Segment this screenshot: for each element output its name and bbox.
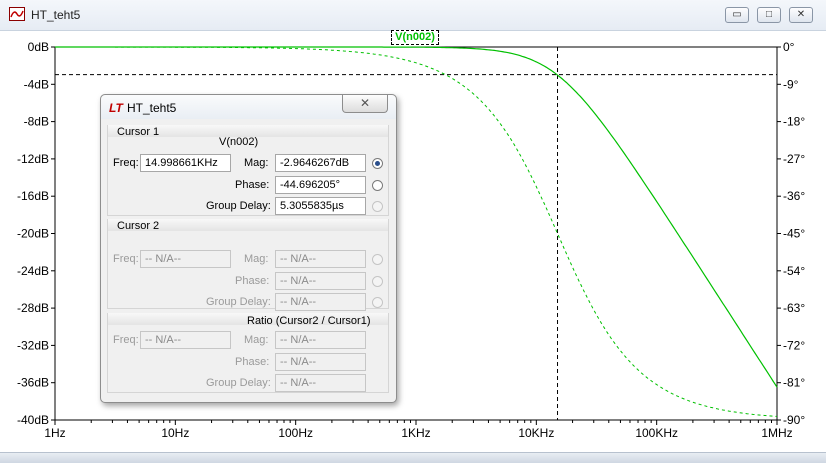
- right-axis: 0° -9° -18° -27° -36° -45° -54° -63° -72° -81° -90…: [777, 40, 805, 427]
- ratio-phase-field[interactable]: -- N/A--: [275, 353, 366, 371]
- minimize-button[interactable]: ▭: [725, 7, 749, 23]
- minimize-icon: ▭: [732, 9, 742, 20]
- cursor1-header: Cursor 1: [117, 126, 160, 138]
- ratio-mag-label: Mag:: [244, 334, 269, 346]
- x-tick-label: 1Hz: [44, 426, 65, 440]
- cursor2-freq-label: Freq:: [113, 253, 139, 265]
- trace-label[interactable]: V(n002): [391, 30, 439, 45]
- x-tick-label: 10KHz: [518, 426, 554, 440]
- right-tick-label: -36°: [783, 189, 805, 203]
- left-tick-label: -24dB: [17, 264, 49, 278]
- cursor-dialog[interactable]: LT HT_teht5 ✕ Cursor 1 V(n002) Freq: 14.…: [100, 94, 397, 403]
- left-tick-label: -20dB: [17, 227, 49, 241]
- cursor2-mag-label: Mag:: [244, 253, 269, 265]
- right-tick-label: -27°: [783, 152, 805, 166]
- close-icon: ✕: [359, 96, 371, 110]
- ltspice-logo-icon: LT: [109, 101, 123, 115]
- x-tick-label: 1MHz: [761, 426, 792, 440]
- maximize-icon: □: [765, 9, 773, 20]
- cursor1-phase-field[interactable]: -44.696205°: [275, 176, 366, 194]
- ratio-group-delay-label: Group Delay:: [206, 377, 271, 389]
- left-tick-label: -36dB: [17, 376, 49, 390]
- right-tick-label: -54°: [783, 264, 805, 278]
- cursor1-group-delay-radio[interactable]: [372, 201, 383, 212]
- ratio-header: Ratio (Cursor2 / Cursor1): [247, 315, 371, 327]
- cursor1-phase-radio[interactable]: [372, 180, 383, 191]
- left-tick-label: -28dB: [17, 301, 49, 315]
- ratio-mag-field[interactable]: -- N/A--: [275, 331, 366, 349]
- close-icon: ✕: [796, 9, 806, 20]
- cursor1-section: Cursor 1 V(n002) Freq: 14.998661KHz Mag:…: [107, 125, 389, 216]
- left-axis: 0dB -4dB -8dB -12dB -16dB -20dB -24dB -28dB -32d…: [17, 40, 55, 427]
- maximize-button[interactable]: □: [757, 7, 781, 23]
- title-bar: HT_teht5 ▭ □ ✕: [0, 0, 826, 31]
- cursor2-section: Cursor 2 Freq: -- N/A-- Mag: -- N/A-- Ph…: [107, 219, 389, 311]
- cursor1-freq-field[interactable]: 14.998661KHz: [140, 154, 231, 172]
- left-tick-label: -40dB: [17, 413, 49, 427]
- ratio-freq-field[interactable]: -- N/A--: [140, 331, 231, 349]
- right-tick-label: -9°: [783, 77, 799, 91]
- cursor1-phase-label: Phase:: [235, 179, 270, 191]
- right-tick-label: 0°: [783, 40, 795, 54]
- dialog-title: HT_teht5: [127, 101, 177, 115]
- window-bottom-border: [0, 452, 826, 463]
- cursor2-group-delay-label: Group Delay:: [206, 296, 271, 308]
- right-tick-label: -18°: [783, 115, 805, 129]
- cursor2-header: Cursor 2: [117, 220, 160, 232]
- x-tick-label: 100Hz: [278, 426, 313, 440]
- cursor2-group-delay-field[interactable]: -- N/A--: [275, 293, 366, 311]
- right-tick-label: -63°: [783, 301, 805, 315]
- right-tick-label: -45°: [783, 227, 805, 241]
- left-tick-label: -12dB: [17, 152, 49, 166]
- ratio-freq-label: Freq:: [113, 334, 139, 346]
- cursor1-mag-label: Mag:: [244, 157, 269, 169]
- ratio-phase-label: Phase:: [235, 356, 270, 368]
- left-tick-label: -16dB: [17, 189, 49, 203]
- dialog-title-bar[interactable]: LT HT_teht5 ✕: [101, 95, 396, 119]
- left-tick-label: -4dB: [24, 77, 49, 91]
- dialog-close-button[interactable]: ✕: [342, 95, 388, 113]
- x-tick-label: 100KHz: [635, 426, 678, 440]
- cursor2-phase-field[interactable]: -- N/A--: [275, 272, 366, 290]
- window-title: HT_teht5: [31, 8, 81, 22]
- cursor1-mag-radio[interactable]: [372, 158, 383, 169]
- cursor2-phase-label: Phase:: [235, 275, 270, 287]
- cursor1-group-delay-field[interactable]: 5.3055835µs: [275, 197, 366, 215]
- x-tick-label: 1KHz: [401, 426, 430, 440]
- ratio-group-delay-field[interactable]: -- N/A--: [275, 374, 366, 392]
- cursor2-phase-radio[interactable]: [372, 276, 383, 287]
- right-tick-label: -81°: [783, 376, 805, 390]
- cursor2-freq-field[interactable]: -- N/A--: [140, 250, 231, 268]
- x-tick-label: 10Hz: [161, 426, 189, 440]
- right-tick-label: -72°: [783, 338, 805, 352]
- cursor2-group-delay-radio[interactable]: [372, 297, 383, 308]
- ratio-section: Ratio (Cursor2 / Cursor1) Freq: -- N/A--…: [107, 313, 389, 393]
- cursor1-freq-label: Freq:: [113, 157, 139, 169]
- cursor2-mag-field[interactable]: -- N/A--: [275, 250, 366, 268]
- x-axis: 1Hz 10Hz 100Hz 1KHz 10KHz 100KHz 1MHz: [44, 420, 793, 440]
- cursor1-mag-field[interactable]: -2.9646267dB: [275, 154, 366, 172]
- left-tick-label: -8dB: [24, 115, 49, 129]
- cursor2-mag-radio[interactable]: [372, 254, 383, 265]
- ltspice-waveform-icon: [9, 7, 25, 21]
- left-tick-label: -32dB: [17, 338, 49, 352]
- left-tick-label: 0dB: [28, 40, 49, 54]
- right-tick-label: -90°: [783, 413, 805, 427]
- cursor1-trace-name: V(n002): [219, 136, 259, 148]
- cursor1-group-delay-label: Group Delay:: [206, 200, 271, 212]
- close-button[interactable]: ✕: [789, 7, 813, 23]
